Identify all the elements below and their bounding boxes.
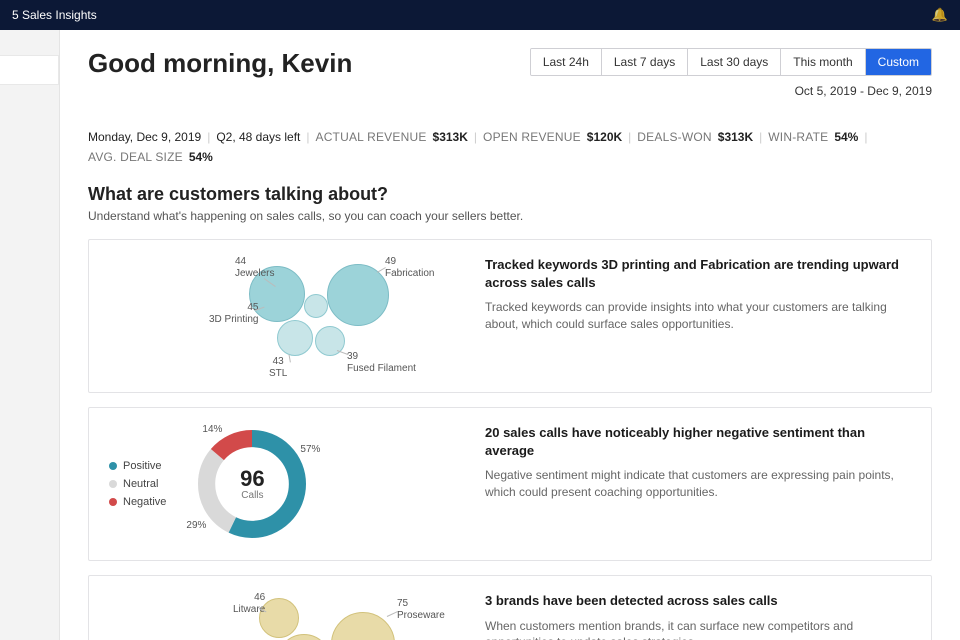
range-this-month[interactable]: This month <box>781 49 865 75</box>
kpi-label: WIN-RATE <box>768 130 828 144</box>
main-content: Good morning, Kevin Last 24h Last 7 days… <box>60 30 960 640</box>
range-last-24h[interactable]: Last 24h <box>531 49 602 75</box>
insight-headline: 20 sales calls have noticeably higher ne… <box>485 424 911 459</box>
sentiment-donut-chart: Positive Neutral Negative <box>109 424 469 544</box>
kpi-value: $120K <box>587 130 622 144</box>
date-range-text: Oct 5, 2019 - Dec 9, 2019 <box>795 84 932 98</box>
date-range-picker: Last 24h Last 7 days Last 30 days This m… <box>530 48 932 76</box>
insight-body: When customers mention brands, it can su… <box>485 618 911 640</box>
sentiment-legend: Positive Neutral Negative <box>109 460 166 508</box>
insight-card-keywords[interactable]: 44Jewelers 453D Printing 49Fabrication 4… <box>88 239 932 393</box>
range-last-7-days[interactable]: Last 7 days <box>602 49 688 75</box>
kpi-label: AVG. DEAL SIZE <box>88 150 183 164</box>
donut-center-value: 96 <box>240 468 264 490</box>
keywords-bubble-chart: 44Jewelers 453D Printing 49Fabrication 4… <box>109 256 469 376</box>
insight-body: Tracked keywords can provide insights in… <box>485 299 911 333</box>
section-title: What are customers talking about? <box>88 184 932 205</box>
sidebar-item[interactable] <box>0 55 59 85</box>
kpi-label: DEALS-WON <box>637 130 711 144</box>
kpi-date: Monday, Dec 9, 2019 <box>88 130 201 144</box>
notifications-icon[interactable]: 🔔 <box>932 7 948 23</box>
kpi-label: OPEN REVENUE <box>483 130 581 144</box>
donut-center-label: Calls <box>241 490 263 501</box>
topbar: 5 Sales Insights 🔔 <box>0 0 960 30</box>
page-title: Good morning, Kevin <box>88 48 352 79</box>
kpi-value: 54% <box>834 130 858 144</box>
insight-card-sentiment[interactable]: Positive Neutral Negative <box>88 407 932 561</box>
kpi-bar: Monday, Dec 9, 2019 | Q2, 48 days left |… <box>88 130 932 164</box>
range-last-30-days[interactable]: Last 30 days <box>688 49 781 75</box>
insight-headline: 3 brands have been detected across sales… <box>485 592 911 610</box>
kpi-value: $313K <box>718 130 753 144</box>
sidebar <box>0 30 60 640</box>
kpi-value: $313K <box>433 130 468 144</box>
brands-bubble-chart: 46Litware 64Northwind Traders 75Prosewar… <box>109 592 469 640</box>
insight-headline: Tracked keywords 3D printing and Fabrica… <box>485 256 911 291</box>
kpi-label: ACTUAL REVENUE <box>315 130 426 144</box>
insight-card-brands[interactable]: 46Litware 64Northwind Traders 75Prosewar… <box>88 575 932 640</box>
insight-body: Negative sentiment might indicate that c… <box>485 467 911 501</box>
app-title: 5 Sales Insights <box>12 8 97 22</box>
kpi-quarter: Q2, 48 days left <box>216 130 300 144</box>
kpi-value: 54% <box>189 150 213 164</box>
range-custom[interactable]: Custom <box>866 49 931 75</box>
section-subtitle: Understand what's happening on sales cal… <box>88 209 932 223</box>
